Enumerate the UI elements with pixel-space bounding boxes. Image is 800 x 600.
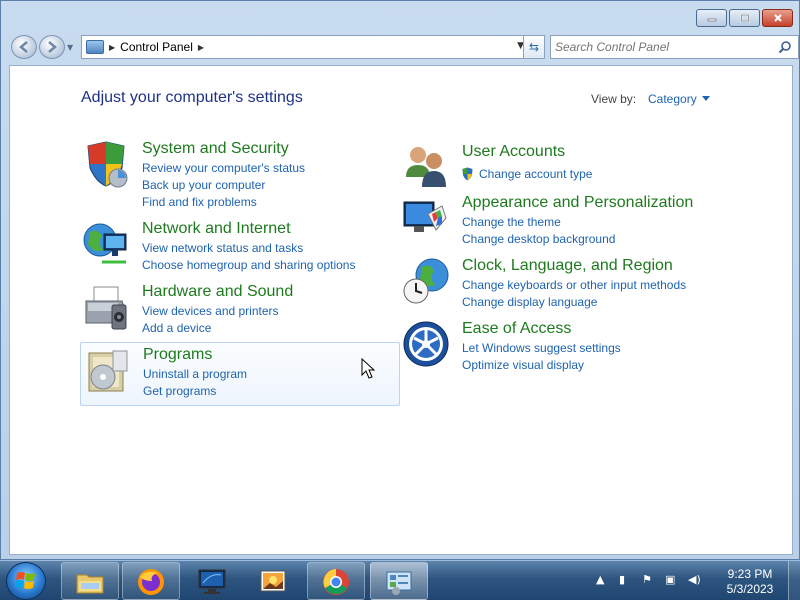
- user-accounts-link[interactable]: User Accounts: [462, 143, 565, 161]
- category-hardware-sound: Hardware and Sound View devices and prin…: [82, 283, 382, 335]
- navigation-bar: ▼ ▶ Control Panel ▶ ▼ ⇆: [9, 33, 799, 61]
- change-background-link[interactable]: Change desktop background: [462, 232, 615, 246]
- taskbar-firefox[interactable]: [122, 562, 180, 600]
- category-user-accounts: User Accounts Change account type: [402, 143, 762, 187]
- refresh-icon: ⇆: [528, 40, 540, 54]
- taskbar: ▲ ▮ ⚑ ▣ ◀) 9:23 PM 5/3/2023: [0, 560, 800, 600]
- search-icon[interactable]: [778, 40, 792, 54]
- breadcrumb-control-panel[interactable]: Control Panel: [120, 40, 193, 54]
- clock-time: 9:23 PM: [727, 567, 773, 581]
- control-panel-icon: [86, 40, 104, 54]
- category-programs[interactable]: Programs Uninstall a program Get program…: [80, 342, 400, 406]
- view-by-value[interactable]: Category: [648, 92, 697, 106]
- notification-area: ▲ ▮ ⚑ ▣ ◀): [596, 573, 702, 587]
- taskbar-monitor[interactable]: [183, 562, 241, 600]
- page-title: Adjust your computer's settings: [81, 89, 303, 106]
- chrome-icon: [323, 569, 349, 595]
- change-display-language-link[interactable]: Change display language: [462, 295, 597, 309]
- search-input[interactable]: [555, 39, 770, 55]
- volume-icon[interactable]: ◀): [688, 573, 702, 587]
- category-clock-language-region: Clock, Language, and Region Change keybo…: [402, 257, 762, 309]
- taskbar-file-explorer[interactable]: [61, 562, 119, 600]
- display-palette-icon[interactable]: [402, 194, 450, 242]
- refresh-button[interactable]: ⇆: [523, 35, 545, 59]
- view-network-status-link[interactable]: View network status and tasks: [142, 241, 303, 255]
- programs-link[interactable]: Programs: [143, 346, 212, 364]
- forward-button[interactable]: [39, 35, 65, 59]
- optimize-visual-display-link[interactable]: Optimize visual display: [462, 358, 584, 372]
- breadcrumb-arrow-icon[interactable]: ▶: [198, 43, 204, 52]
- mouse-cursor-icon: [361, 358, 375, 379]
- address-bar[interactable]: ▶ Control Panel ▶ ▼: [81, 35, 545, 59]
- photo-viewer-icon: [260, 570, 286, 592]
- minimize-icon: [707, 18, 716, 22]
- homegroup-sharing-link[interactable]: Choose homegroup and sharing options: [142, 258, 355, 272]
- appearance-personalization-link[interactable]: Appearance and Personalization: [462, 194, 693, 212]
- uac-shield-icon: [462, 167, 473, 181]
- network-globe-icon[interactable]: [82, 220, 130, 268]
- change-account-type-link[interactable]: Change account type: [479, 167, 592, 181]
- maximize-icon: [740, 14, 749, 22]
- chevron-down-icon[interactable]: [701, 96, 710, 101]
- view-by-dropdown[interactable]: Category: [648, 92, 710, 106]
- taskbar-photo-viewer[interactable]: [244, 562, 302, 600]
- firefox-icon: [138, 569, 164, 595]
- find-fix-problems-link[interactable]: Find and fix problems: [142, 195, 257, 209]
- clock-language-region-link[interactable]: Clock, Language, and Region: [462, 257, 673, 275]
- forward-arrow-icon: [48, 41, 57, 53]
- category-system-security: System and Security Review your computer…: [82, 140, 382, 209]
- control-panel-window: ▼ ▶ Control Panel ▶ ▼ ⇆ Adjust your comp…: [0, 0, 800, 560]
- recent-pages-dropdown[interactable]: ▼: [67, 43, 75, 52]
- uninstall-program-link[interactable]: Uninstall a program: [143, 367, 247, 381]
- close-icon: [773, 14, 782, 22]
- back-up-link[interactable]: Back up your computer: [142, 178, 265, 192]
- back-arrow-icon: [19, 41, 28, 53]
- windows-logo-icon: [15, 572, 35, 589]
- monitor-icon: [198, 569, 226, 594]
- ease-of-access-link[interactable]: Ease of Access: [462, 320, 571, 338]
- content-pane: Adjust your computer's settings View by:…: [9, 65, 793, 555]
- devices-printers-link[interactable]: View devices and printers: [142, 304, 279, 318]
- programs-icon[interactable]: [83, 347, 131, 395]
- maximize-button[interactable]: [729, 9, 760, 27]
- clock-globe-icon[interactable]: [402, 257, 450, 305]
- control-panel-icon: [386, 571, 412, 595]
- hardware-sound-link[interactable]: Hardware and Sound: [142, 283, 293, 301]
- search-box[interactable]: [550, 35, 799, 59]
- show-desktop-button[interactable]: [788, 561, 800, 600]
- category-network-internet: Network and Internet View network status…: [82, 220, 382, 272]
- change-keyboards-link[interactable]: Change keyboards or other input methods: [462, 278, 686, 292]
- taskbar-control-panel[interactable]: [370, 562, 428, 600]
- view-by-label: View by:: [591, 92, 637, 106]
- ease-of-access-icon[interactable]: [402, 320, 450, 368]
- printer-icon[interactable]: [82, 283, 130, 331]
- users-icon[interactable]: [402, 143, 450, 191]
- back-button[interactable]: [11, 35, 37, 59]
- close-button[interactable]: [762, 9, 793, 27]
- category-appearance: Appearance and Personalization Change th…: [402, 194, 762, 246]
- start-button[interactable]: [6, 562, 46, 600]
- shield-icon[interactable]: [82, 140, 130, 188]
- system-clock[interactable]: 9:23 PM 5/3/2023: [722, 567, 778, 597]
- network-internet-link[interactable]: Network and Internet: [142, 220, 291, 238]
- file-explorer-icon: [76, 574, 104, 594]
- removable-device-icon[interactable]: ▮: [619, 573, 633, 587]
- title-bar[interactable]: [1, 1, 800, 31]
- change-theme-link[interactable]: Change the theme: [462, 215, 561, 229]
- review-status-link[interactable]: Review your computer's status: [142, 161, 305, 175]
- get-programs-link[interactable]: Get programs: [143, 384, 216, 398]
- minimize-button[interactable]: [696, 9, 727, 27]
- system-security-link[interactable]: System and Security: [142, 140, 289, 158]
- breadcrumb-arrow-icon[interactable]: ▶: [109, 43, 115, 52]
- network-icon[interactable]: ▣: [665, 573, 679, 587]
- category-ease-of-access: Ease of Access Let Windows suggest setti…: [402, 320, 762, 372]
- clock-date: 5/3/2023: [726, 582, 774, 596]
- taskbar-chrome[interactable]: [307, 562, 365, 600]
- add-device-link[interactable]: Add a device: [142, 321, 211, 335]
- action-center-flag-icon[interactable]: ⚑: [642, 573, 656, 587]
- suggest-settings-link[interactable]: Let Windows suggest settings: [462, 341, 621, 355]
- show-hidden-icons-icon[interactable]: ▲: [596, 573, 610, 587]
